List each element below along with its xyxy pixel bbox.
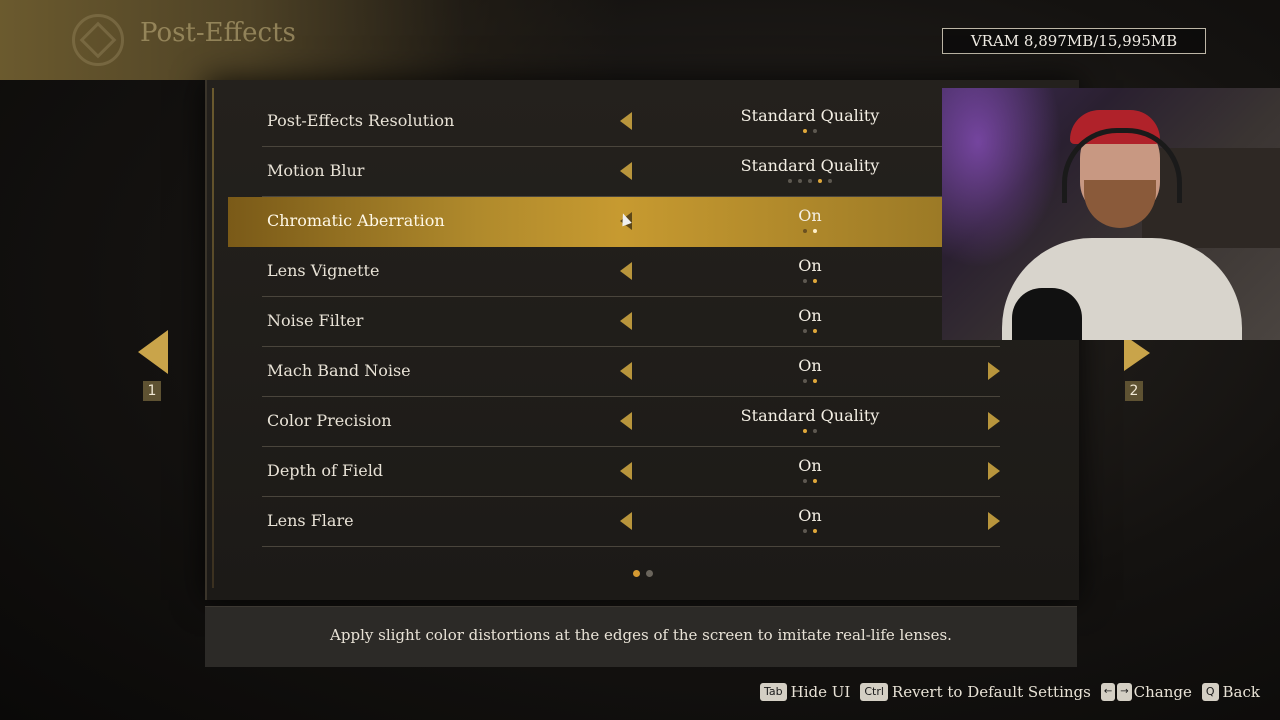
option-dot — [813, 229, 817, 233]
setting-value: On — [798, 356, 822, 375]
option-dots — [710, 529, 910, 533]
setting-label: Post-Effects Resolution — [267, 111, 455, 130]
setting-row[interactable]: Noise Filter On — [262, 297, 1000, 347]
description-text: Apply slight color distortions at the ed… — [330, 626, 952, 644]
option-dot — [803, 479, 807, 483]
previous-page-arrow-icon[interactable] — [138, 330, 168, 374]
setting-value: On — [798, 506, 822, 525]
row-divider — [262, 546, 1000, 547]
option-dots — [710, 279, 910, 283]
option-dots — [710, 429, 910, 433]
setting-label: Chromatic Aberration — [267, 211, 445, 230]
setting-label: Lens Flare — [267, 511, 354, 530]
arrow-left-icon[interactable] — [620, 462, 632, 480]
setting-label: Color Precision — [267, 411, 392, 430]
option-dot — [803, 429, 807, 433]
option-dot — [803, 529, 807, 533]
option-dot — [813, 479, 817, 483]
option-dot — [803, 279, 807, 283]
setting-label: Mach Band Noise — [267, 361, 411, 380]
control-hint-label: Revert to Default Settings — [891, 683, 1091, 701]
page-title: Post-Effects — [140, 18, 296, 48]
arrow-right-icon[interactable] — [988, 462, 1000, 480]
setting-row[interactable]: Color Precision Standard Quality — [262, 397, 1000, 447]
option-dot — [803, 379, 807, 383]
control-hint-label: Change — [1133, 683, 1192, 701]
key-icon: Tab — [760, 683, 787, 701]
vram-indicator: VRAM 8,897MB/15,995MB — [942, 28, 1206, 54]
option-dot — [803, 129, 807, 133]
control-hint[interactable]: ← → Change — [1100, 683, 1192, 701]
control-hint[interactable]: Q Back — [1201, 683, 1260, 701]
page-dot-1 — [633, 570, 640, 577]
key-icon: ← — [1100, 683, 1116, 701]
setting-row[interactable]: Lens Vignette On — [262, 247, 1000, 297]
webcam-overlay — [942, 88, 1280, 340]
key-icon: Q — [1201, 683, 1219, 701]
option-dot — [813, 279, 817, 283]
setting-value: On — [798, 256, 822, 275]
panel-accent-line — [212, 88, 214, 588]
option-dot — [798, 179, 802, 183]
setting-value: Standard Quality — [740, 156, 880, 175]
control-hint-label: Back — [1222, 683, 1260, 701]
arrow-left-icon[interactable] — [620, 162, 632, 180]
previous-page-number[interactable]: 1 — [143, 381, 161, 401]
option-dot — [813, 329, 817, 333]
post-effects-emblem-icon — [72, 14, 124, 66]
option-dots — [710, 129, 910, 133]
setting-label: Motion Blur — [267, 161, 365, 180]
arrow-left-icon[interactable] — [620, 512, 632, 530]
setting-label: Noise Filter — [267, 311, 364, 330]
setting-value: On — [798, 206, 822, 225]
setting-value: On — [798, 306, 822, 325]
option-dots — [710, 379, 910, 383]
option-dots — [710, 229, 910, 233]
option-dot — [818, 179, 822, 183]
setting-row[interactable]: Lens Flare On — [262, 497, 1000, 547]
option-dot — [803, 229, 807, 233]
option-dots — [710, 179, 910, 183]
arrow-left-icon[interactable] — [620, 262, 632, 280]
next-page-number[interactable]: 2 — [1125, 381, 1143, 401]
arrow-left-icon[interactable] — [620, 362, 632, 380]
page-indicator — [630, 570, 656, 577]
setting-value: Standard Quality — [740, 106, 880, 125]
control-hint[interactable]: Ctrl Revert to Default Settings — [860, 683, 1091, 701]
option-dot — [813, 529, 817, 533]
control-hint-label: Hide UI — [790, 683, 851, 701]
setting-value: On — [798, 456, 822, 475]
setting-row[interactable]: Depth of Field On — [262, 447, 1000, 497]
setting-row[interactable]: Motion Blur Standard Quality — [262, 147, 1000, 197]
arrow-right-icon[interactable] — [988, 412, 1000, 430]
setting-label: Depth of Field — [267, 461, 384, 480]
setting-row[interactable]: Post-Effects Resolution Standard Quality — [262, 97, 1000, 147]
key-icon: Ctrl — [860, 683, 888, 701]
arrow-right-icon[interactable] — [988, 362, 1000, 380]
setting-row[interactable]: Chromatic Aberration On — [228, 197, 942, 247]
page-dot-2 — [646, 570, 653, 577]
next-page-arrow-icon[interactable] — [1124, 335, 1150, 371]
option-dot — [813, 379, 817, 383]
option-dot — [828, 179, 832, 183]
setting-row[interactable]: Mach Band Noise On — [262, 347, 1000, 397]
option-dot — [808, 179, 812, 183]
arrow-right-icon[interactable] — [988, 512, 1000, 530]
control-hints: Tab Hide UI Ctrl Revert to Default Settings… — [760, 682, 1270, 702]
control-hint[interactable]: Tab Hide UI — [760, 683, 850, 701]
arrow-left-icon[interactable] — [620, 312, 632, 330]
option-dot — [813, 429, 817, 433]
option-dots — [710, 329, 910, 333]
option-dot — [803, 329, 807, 333]
key-icon: → — [1117, 683, 1132, 701]
arrow-left-icon[interactable] — [620, 112, 632, 130]
setting-value: Standard Quality — [740, 406, 880, 425]
option-dot — [788, 179, 792, 183]
option-dot — [813, 129, 817, 133]
arrow-left-icon[interactable] — [620, 412, 632, 430]
setting-label: Lens Vignette — [267, 261, 380, 280]
description-box: Apply slight color distortions at the ed… — [205, 606, 1077, 667]
option-dots — [710, 479, 910, 483]
